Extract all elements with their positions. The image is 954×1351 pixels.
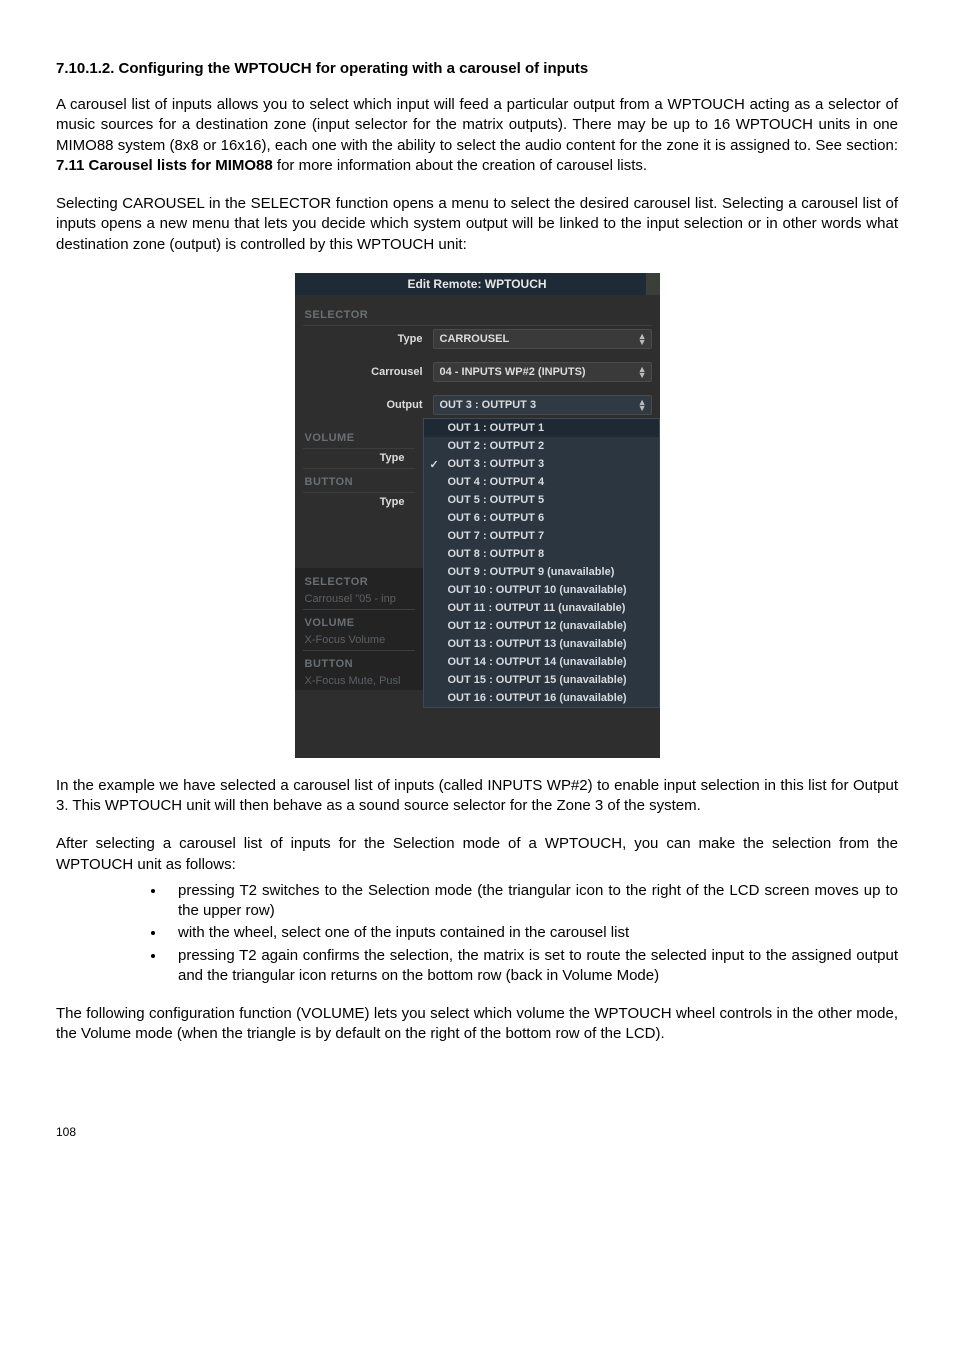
p1-text-b: for more information about the creation … xyxy=(273,157,647,174)
output-label: Output xyxy=(295,399,433,411)
dialog-title: Edit Remote: WPTOUCH xyxy=(407,277,546,291)
volume-subtext: X-Focus Volume xyxy=(295,634,415,646)
type-combo[interactable]: CARROUSEL ▲▼ xyxy=(433,329,652,349)
paragraph-4: After selecting a carousel list of input… xyxy=(56,834,898,875)
output-combo[interactable]: OUT 3 : OUTPUT 3 ▲▼ xyxy=(433,395,652,415)
dropdown-item[interactable]: OUT 16 : OUTPUT 16 (unavailable) xyxy=(424,689,659,707)
carrousel-combo[interactable]: 04 - INPUTS WP#2 (INPUTS) ▲▼ xyxy=(433,362,652,382)
section-head-selector2: SELECTOR xyxy=(295,568,423,591)
dropdown-item[interactable]: OUT 5 : OUTPUT 5 xyxy=(424,491,659,509)
list-item: with the wheel, select one of the inputs… xyxy=(166,923,898,943)
list-item: pressing T2 again confirms the selection… xyxy=(166,946,898,987)
updown-icon: ▲▼ xyxy=(638,366,647,378)
dropdown-item[interactable]: OUT 14 : OUTPUT 14 (unavailable) xyxy=(424,653,659,671)
dropdown-item[interactable]: OUT 7 : OUTPUT 7 xyxy=(424,527,659,545)
section-head-button: BUTTON xyxy=(295,470,423,491)
page-number: 108 xyxy=(56,1125,898,1139)
dropdown-item[interactable]: OUT 15 : OUTPUT 15 (unavailable) xyxy=(424,671,659,689)
close-icon[interactable] xyxy=(646,273,660,295)
paragraph-3: In the example we have selected a carous… xyxy=(56,776,898,817)
updown-icon: ▲▼ xyxy=(638,399,647,411)
p1-crossref: 7.11 Carousel lists for MIMO88 xyxy=(56,157,273,174)
type-label-button: Type xyxy=(295,496,415,508)
type-value: CARROUSEL xyxy=(440,333,510,345)
bullet-list: pressing T2 switches to the Selection mo… xyxy=(56,881,898,986)
dropdown-item[interactable]: OUT 12 : OUTPUT 12 (unavailable) xyxy=(424,617,659,635)
dialog-figure: Edit Remote: WPTOUCH SELECTOR Type CARRO… xyxy=(295,273,660,758)
paragraph-5: The following configuration function (VO… xyxy=(56,1004,898,1045)
section-head-selector: SELECTOR xyxy=(295,303,660,324)
dropdown-item[interactable]: OUT 9 : OUTPUT 9 (unavailable) xyxy=(424,563,659,581)
dropdown-item[interactable]: OUT 6 : OUTPUT 6 xyxy=(424,509,659,527)
updown-icon: ▲▼ xyxy=(638,333,647,345)
section-head-volume: VOLUME xyxy=(295,426,423,447)
dropdown-item[interactable]: OUT 10 : OUTPUT 10 (unavailable) xyxy=(424,581,659,599)
dropdown-item[interactable]: OUT 13 : OUTPUT 13 (unavailable) xyxy=(424,635,659,653)
section-heading: 7.10.1.2. Configuring the WPTOUCH for op… xyxy=(56,60,898,77)
dropdown-item[interactable]: OUT 1 : OUTPUT 1 xyxy=(424,419,659,437)
dropdown-item[interactable]: OUT 2 : OUTPUT 2 xyxy=(424,437,659,455)
p1-text-a: A carousel list of inputs allows you to … xyxy=(56,96,898,154)
type-label-volume: Type xyxy=(295,452,415,464)
section-head-button2: BUTTON xyxy=(295,652,423,673)
dropdown-item[interactable]: OUT 11 : OUTPUT 11 (unavailable) xyxy=(424,599,659,617)
list-item: pressing T2 switches to the Selection mo… xyxy=(166,881,898,922)
paragraph-2: Selecting CAROUSEL in the SELECTOR funct… xyxy=(56,194,898,255)
dropdown-item[interactable]: OUT 8 : OUTPUT 8 xyxy=(424,545,659,563)
paragraph-1: A carousel list of inputs allows you to … xyxy=(56,95,898,176)
button-subtext: X-Focus Mute, Pusl xyxy=(295,675,415,687)
section-head-volume2: VOLUME xyxy=(295,611,423,632)
carrousel-value: 04 - INPUTS WP#2 (INPUTS) xyxy=(440,366,586,378)
carrousel-label: Carrousel xyxy=(295,366,433,378)
output-value: OUT 3 : OUTPUT 3 xyxy=(440,399,537,411)
dropdown-item[interactable]: OUT 3 : OUTPUT 3 xyxy=(424,455,659,473)
selector-subtext: Carrousel "05 - inp xyxy=(295,593,415,605)
type-label: Type xyxy=(295,333,433,345)
dialog-titlebar: Edit Remote: WPTOUCH xyxy=(295,273,660,295)
dropdown-item[interactable]: OUT 4 : OUTPUT 4 xyxy=(424,473,659,491)
output-dropdown[interactable]: OUT 1 : OUTPUT 1OUT 2 : OUTPUT 2OUT 3 : … xyxy=(423,418,660,708)
